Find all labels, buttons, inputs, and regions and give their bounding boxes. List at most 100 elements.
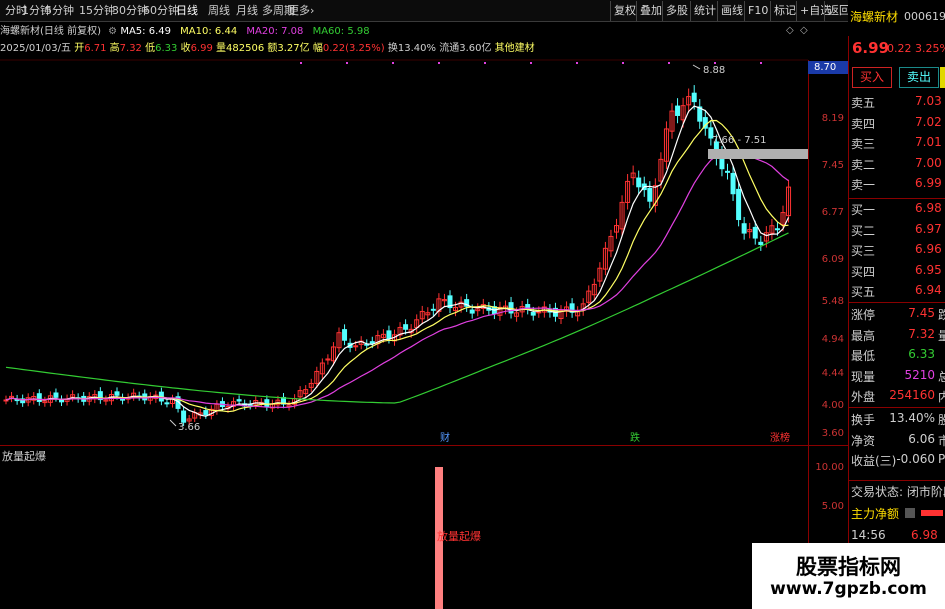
last-price: 6.99 [852,39,890,57]
candle-body [536,311,542,314]
indicator-axis-5: 5.00 [821,501,844,512]
candle-body [691,92,697,103]
marker-dot [576,62,578,64]
marker-dot [484,62,486,64]
marker-dot [438,62,440,64]
stats2-divider [849,407,945,408]
price-axis: 8.19 7.45 6.77 6.09 5.48 4.94 4.44 4.00 3.60 [808,60,848,445]
candle-body [403,324,409,330]
marker-dot [714,62,716,64]
price-pct: 3.25% [915,42,945,55]
indicator-title: 放量起爆 [2,450,46,463]
ma60-line [5,232,789,404]
ma10-line [5,119,789,413]
stat-label-0: 涨停 [851,308,876,322]
buy-button[interactable]: 买入 [852,67,892,88]
marker-list: 涨榜 [770,431,790,444]
y-tick-7: 4.00 [821,400,844,411]
stat2-tail-0: 股 [938,413,945,427]
watermark-url: www.7gpzb.com [770,579,927,599]
bid-price-0: 6.98 [915,201,942,215]
y-tick-8: 3.60 [821,428,844,439]
bid-price-4: 6.94 [915,283,942,297]
ask-price-0: 7.03 [915,94,942,108]
stat-tail-1: 量 [938,328,945,343]
y-tick-5: 4.94 [821,334,844,345]
ask-price-2: 7.01 [915,135,942,149]
ask-price-3: 7.00 [915,155,942,170]
stat2-value-2: -0.060 [896,452,935,466]
marker-drop: 跌 [630,431,640,444]
stat2-tail-1: 市 [938,433,945,448]
candle-body [53,392,59,398]
candle-body [647,187,653,202]
ask-price-1: 7.02 [915,114,942,129]
stat-value-2: 6.33 [908,347,935,361]
bid-price-3: 6.95 [915,262,942,277]
stat-label-4: 外盘 [851,390,876,404]
candle-body [353,345,359,348]
high-annotation: 8.88 [703,65,725,76]
orderbook-divider [849,198,945,199]
y-tick-3: 6.09 [821,254,844,265]
stat-label-2: 最低 [851,349,876,363]
stat-tail-4: 内 [938,390,945,404]
candle-body [774,228,780,231]
ask-label-3: 卖二 [851,157,876,172]
watermark-title: 股票指标网 [796,555,901,579]
candle-body [369,341,375,344]
ask-label-0: 卖五 [851,96,876,110]
ticker-header: 海螺新材 000619 [848,0,945,35]
tick-time: 14:56 [851,528,886,542]
sell-button[interactable]: 卖出 [899,67,939,88]
quote-panel: 6.99 0.22 3.25% 买入 卖出 卖五 7.03 卖四 7.02 卖三 7.01… [848,36,945,609]
main-net-label: 主力净额 [851,507,900,521]
panel-divider [0,445,848,446]
candle-body [736,188,742,221]
ask-label-2: 卖三 [851,137,876,151]
ma20-line [5,149,789,409]
y-tick-4: 5.48 [821,296,844,307]
stat2-tail-2: P [938,452,945,466]
candle-body [430,308,436,311]
candle-body [114,391,120,396]
bid-label-4: 买五 [851,285,876,299]
trade-status: 交易状态: 闭市阶段 [851,485,945,499]
high-pointer [692,64,701,70]
stat-label-1: 最高 [851,328,876,343]
y-tick-6: 4.44 [821,368,844,379]
range-annotation: 7.66 - 7.51 [712,135,767,146]
bid-label-3: 买四 [851,264,876,279]
candle-body [181,410,187,423]
marker-dot [530,62,532,64]
main-net-toggle-icon[interactable] [905,508,915,518]
ask-price-4: 6.99 [915,176,942,190]
marker-dot [300,62,302,64]
stat-value-1: 7.32 [908,326,935,341]
bid-label-1: 买二 [851,223,876,238]
y-tick-0: 8.19 [821,113,844,124]
stat-label-3: 现量 [851,369,876,384]
stat-value-3: 5210 [904,367,935,382]
candle-body [469,309,475,314]
ticker-name: 海螺新材 [850,10,899,24]
candle-body [236,399,242,402]
indicator-axis-10: 10.00 [815,462,844,473]
marker-dot [346,62,348,64]
candle-body [203,410,209,416]
candle-body [730,172,736,195]
candle-body [386,330,392,340]
stat2-label-2: 收益(三) [851,454,897,468]
candle-body [264,399,270,408]
signal-bar-label: 放量起爆 [437,530,481,543]
stat-value-4: 254160 [889,388,935,402]
candle-body [636,177,642,188]
ask-label-4: 卖一 [851,178,876,192]
low-pointer [169,419,177,427]
current-price-tag: 8.70 [808,61,848,74]
candle-body [675,105,681,116]
price-chart: 8.88 7.66 - 7.51 3.66 财 跌 涨榜 [0,59,808,444]
candle-body [741,223,747,234]
stat-value-0: 7.45 [908,306,935,320]
stat2-label-1: 净资 [851,433,876,448]
